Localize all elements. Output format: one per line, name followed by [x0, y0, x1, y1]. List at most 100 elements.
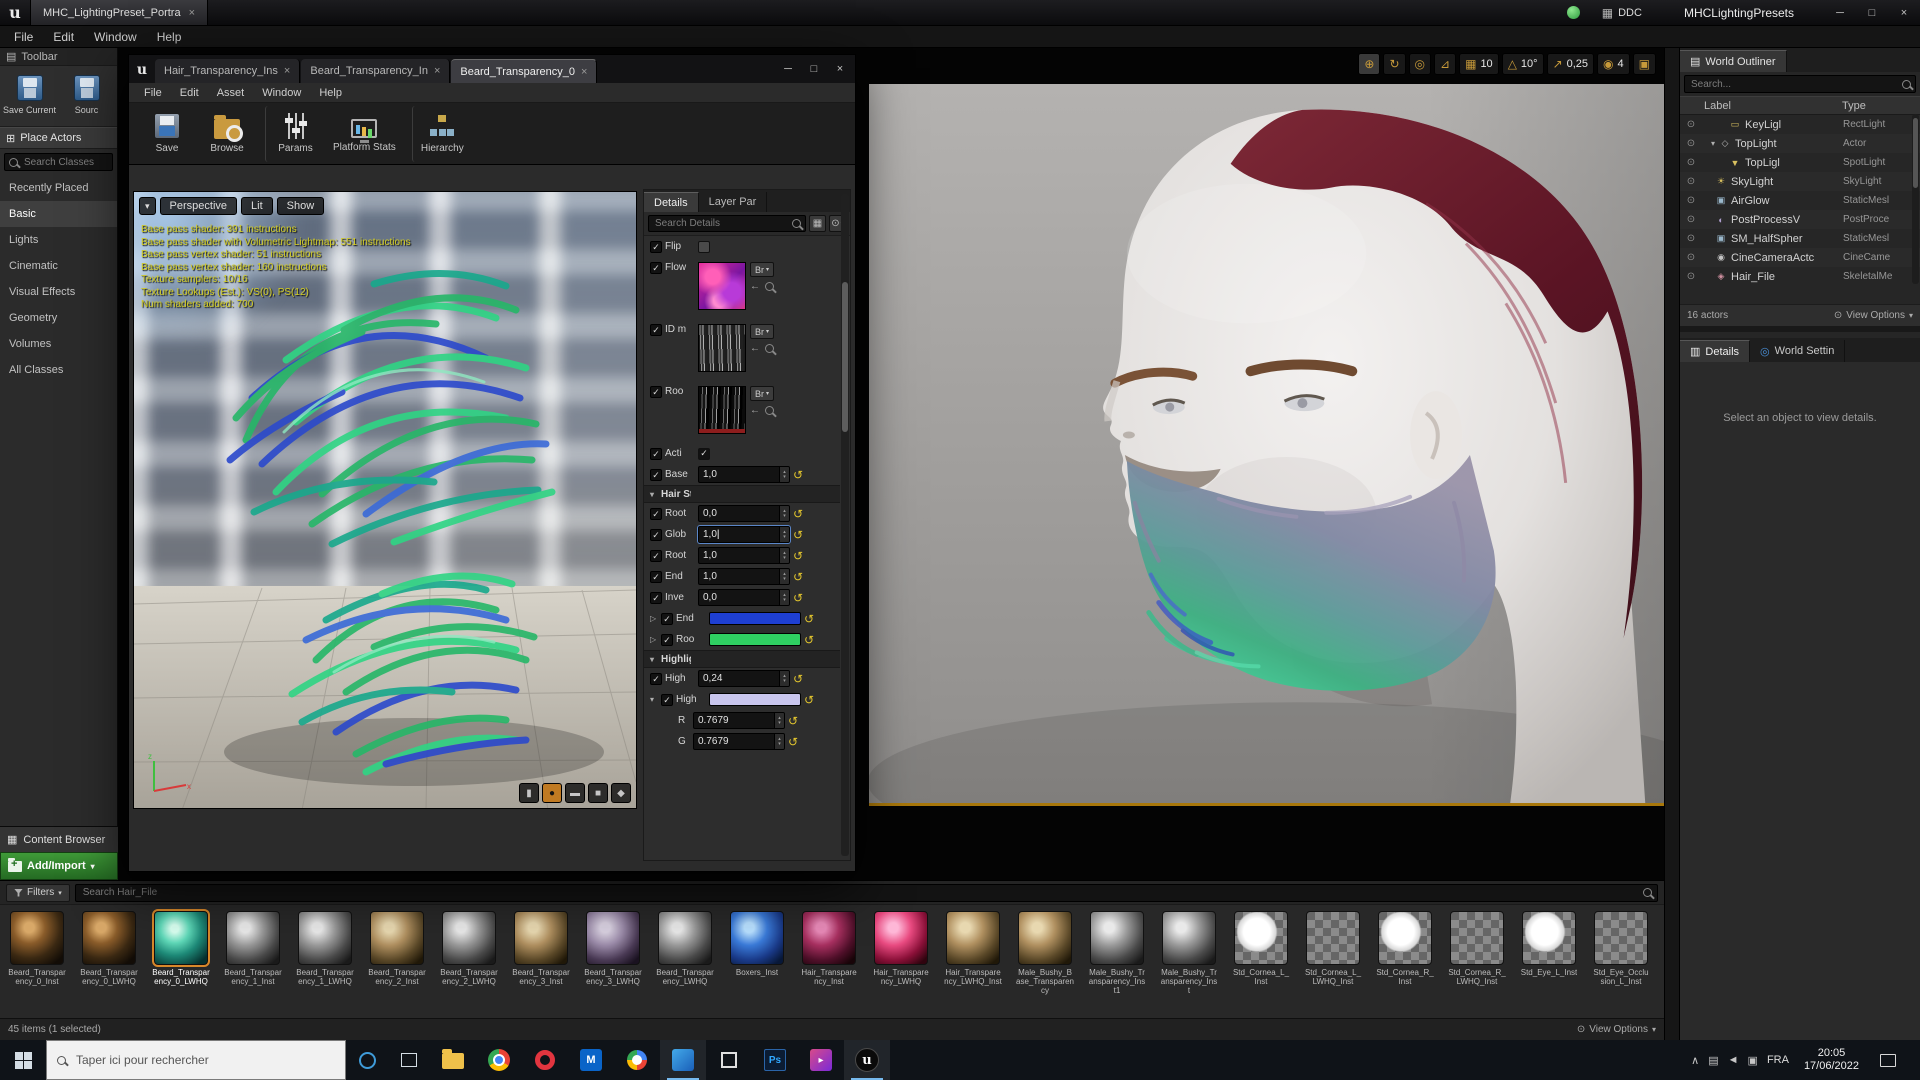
rotation-snap-value[interactable]: 10°: [1521, 58, 1538, 70]
number-input[interactable]: 0,24 ▴ ▾: [698, 670, 790, 687]
material-param-row[interactable]: Hair Stra ▾ ←: [644, 485, 840, 503]
material-param-row[interactable]: Flip ▾ ←: [644, 236, 840, 257]
filters-button[interactable]: Filters ▾: [6, 883, 70, 902]
number-input[interactable]: 0,0 ▴ ▾: [698, 505, 790, 522]
scale-snap-value[interactable]: 0,25: [1567, 58, 1588, 70]
override-checkbox[interactable]: [650, 386, 662, 398]
details-scrollbar[interactable]: [841, 194, 849, 856]
visibility-eye-icon[interactable]: ⊙: [1683, 176, 1699, 187]
asset-thumbnail[interactable]: [226, 911, 280, 965]
taskbar-app-icon[interactable]: [430, 1040, 476, 1080]
visibility-eye-icon[interactable]: ⊙: [1683, 214, 1699, 225]
ddc-indicator[interactable]: ▦ DDC: [1602, 6, 1642, 20]
start-button[interactable]: [0, 1040, 46, 1080]
tab-details[interactable]: ▥ Details: [1680, 340, 1751, 362]
number-input[interactable]: 1,0 ▴▾: [698, 568, 790, 585]
menu-item[interactable]: File: [135, 87, 171, 99]
asset-thumbnail[interactable]: [1522, 911, 1576, 965]
use-selected-asset-icon[interactable]: ←: [750, 405, 760, 416]
asset-tile[interactable]: Std_Cornea_L_LWHQ_Inst: [1304, 911, 1362, 1015]
place-actors-category[interactable]: All Classes: [0, 357, 117, 383]
outliner-view-options[interactable]: ⊙ View Options ▾: [1834, 310, 1913, 321]
maximize-viewport-icon[interactable]: ▣: [1632, 53, 1656, 75]
menu-item[interactable]: Edit: [171, 87, 208, 99]
asset-thumbnail[interactable]: [1594, 911, 1648, 965]
material-param-row[interactable]: Root ▾ ←: [644, 545, 840, 566]
value-checkbox[interactable]: [698, 240, 710, 253]
material-param-row[interactable]: G ▾ ←: [644, 731, 840, 752]
sphere-shape-icon[interactable]: [542, 783, 562, 803]
outliner-row[interactable]: ⊙ Hair_File SkeletalMe: [1680, 267, 1920, 286]
find-in-browser-icon[interactable]: [765, 344, 774, 353]
asset-thumbnail[interactable]: [298, 911, 352, 965]
visibility-eye-icon[interactable]: ⊙: [1683, 252, 1699, 263]
place-actors-category[interactable]: Volumes: [0, 331, 117, 357]
expander-icon[interactable]: [650, 635, 658, 644]
expand-arrow-icon[interactable]: ▾: [1711, 139, 1715, 148]
grid-snap-toggle[interactable]: ▦ 10: [1459, 53, 1499, 75]
texture-browse-button[interactable]: Br ▾: [750, 262, 775, 277]
surface-snap-icon[interactable]: ⊿: [1434, 53, 1457, 75]
override-checkbox[interactable]: [650, 324, 662, 336]
collapsed-panel-strip[interactable]: [1664, 48, 1680, 1040]
color-swatch[interactable]: [709, 612, 801, 625]
reset-to-default-icon[interactable]: ↺: [804, 694, 814, 706]
spinner-arrows-icon[interactable]: ▴ ▾: [779, 548, 789, 563]
place-actors-category[interactable]: Visual Effects: [0, 279, 117, 305]
value-checkbox[interactable]: [698, 447, 710, 460]
asset-tab[interactable]: Beard_Transparency_0 ×: [451, 59, 598, 83]
taskbar-app-icon[interactable]: [568, 1040, 614, 1080]
content-browser-tab[interactable]: ▦ Content Browser: [0, 826, 118, 852]
asset-tile[interactable]: Std_Cornea_L_Inst: [1232, 911, 1290, 1015]
reset-to-default-icon[interactable]: ↺: [788, 736, 798, 748]
cylinder-shape-icon[interactable]: [519, 783, 539, 803]
material-param-row[interactable]: Roo ▾ ←: [644, 629, 840, 650]
close-icon[interactable]: ×: [189, 7, 195, 19]
reset-to-default-icon[interactable]: ↺: [804, 634, 814, 646]
spinner-arrows-icon[interactable]: ▴ ▾: [779, 671, 789, 686]
material-preview-viewport[interactable]: ▾ Perspective Lit Show Base pass shader:…: [133, 191, 637, 809]
asset-thumbnail[interactable]: [1162, 911, 1216, 965]
toolbar-button[interactable]: Save: [137, 106, 197, 162]
asset-tile[interactable]: Beard_Transparency_1_Inst: [224, 911, 282, 1015]
reset-to-default-icon[interactable]: ↺: [788, 715, 798, 727]
reset-to-default-icon[interactable]: ↺: [793, 469, 803, 481]
asset-thumbnail[interactable]: [370, 911, 424, 965]
world-space-toggle-icon[interactable]: ◎: [1408, 53, 1432, 75]
spinner-arrows-icon[interactable]: ▴ ▾: [779, 569, 789, 584]
close-icon[interactable]: ×: [581, 66, 587, 78]
spinner-arrows-icon[interactable]: ▴ ▾: [779, 590, 789, 605]
reset-to-default-icon[interactable]: ↺: [793, 529, 803, 541]
language-indicator[interactable]: FRA: [1767, 1054, 1789, 1066]
spinner-arrows-icon[interactable]: ▴ ▾: [779, 467, 789, 482]
property-matrix-icon[interactable]: ▦: [809, 215, 826, 232]
toolbar-button[interactable]: Params: [265, 105, 325, 162]
menu-item[interactable]: Help: [147, 30, 192, 44]
asset-thumbnail[interactable]: [10, 911, 64, 965]
asset-thumbnail[interactable]: [1090, 911, 1144, 965]
number-input[interactable]: 0,0 ▴ ▾: [698, 589, 790, 606]
material-param-row[interactable]: Base ▾ ←: [644, 464, 840, 485]
taskbar-search[interactable]: [46, 1040, 346, 1080]
asset-tile[interactable]: Boxers_Inst: [728, 911, 786, 1015]
asset-thumbnail[interactable]: [152, 909, 210, 967]
asset-tile[interactable]: Hair_Transparency_LWHQ: [872, 911, 930, 1015]
material-param-row[interactable]: Flow Br▾ ←: [644, 257, 840, 319]
network-icon[interactable]: ▣: [1748, 1054, 1758, 1067]
material-param-row[interactable]: Highlight ▾ ←: [644, 650, 840, 668]
asset-thumbnail[interactable]: [82, 911, 136, 965]
asset-tile[interactable]: Beard_Transparency_2_LWHQ: [440, 911, 498, 1015]
move-tool-icon[interactable]: ⊕: [1358, 53, 1381, 75]
spinner-arrows-icon[interactable]: ▴ ▾: [774, 713, 784, 728]
custom-mesh-icon[interactable]: [611, 783, 631, 803]
asset-tile[interactable]: Beard_Transparency_0_Inst: [8, 911, 66, 1015]
outliner-row[interactable]: ⊙ TopLigl SpotLight: [1680, 153, 1920, 172]
column-label[interactable]: Label: [1680, 100, 1842, 112]
tab-world-outliner[interactable]: ▤ World Outliner: [1680, 50, 1787, 72]
tab-layer-parameters[interactable]: Layer Par: [699, 192, 768, 212]
outliner-row[interactable]: ⊙ AirGlow StaticMesl: [1680, 191, 1920, 210]
visibility-eye-icon[interactable]: ⊙: [1683, 157, 1699, 168]
taskbar-search-input[interactable]: [74, 1052, 335, 1068]
toolbar-button[interactable]: Sourc: [59, 72, 114, 118]
maximize-button[interactable]: □: [801, 59, 827, 79]
